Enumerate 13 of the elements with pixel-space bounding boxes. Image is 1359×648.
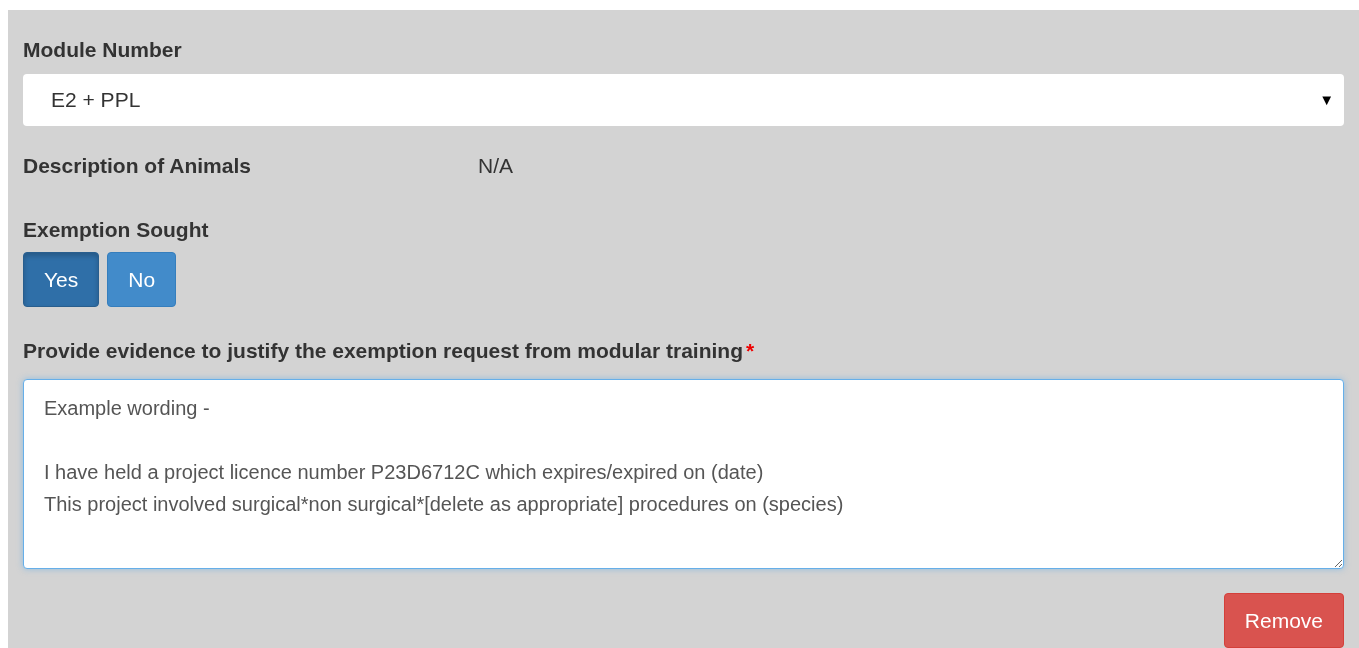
field-label: Exemption Sought [23,217,209,243]
toggle-button[interactable]: No [107,252,177,307]
select-value: E2 + PPL [51,87,141,114]
field-value: N/A [478,153,513,179]
caret-icon: ▼ [1319,88,1334,112]
module-select[interactable]: E2 + PPL ▼ [23,74,1344,126]
required-mark: * [745,339,755,362]
field-label: Provide evidence to justify the exemption request from modular training [23,339,743,362]
evidence-textarea[interactable]: Example wording - I have held a project licence number P23D6712C which expires/expired on (date) This project involved surgical*non surgical*[delete as appropriate] procedures on (species) [23,379,1344,569]
field-label: Description of Animals [23,153,252,179]
remove-button[interactable]: Remove [1223,593,1344,648]
toggle-button[interactable]: Yes [23,252,100,307]
field-label: Module Number [23,37,182,63]
